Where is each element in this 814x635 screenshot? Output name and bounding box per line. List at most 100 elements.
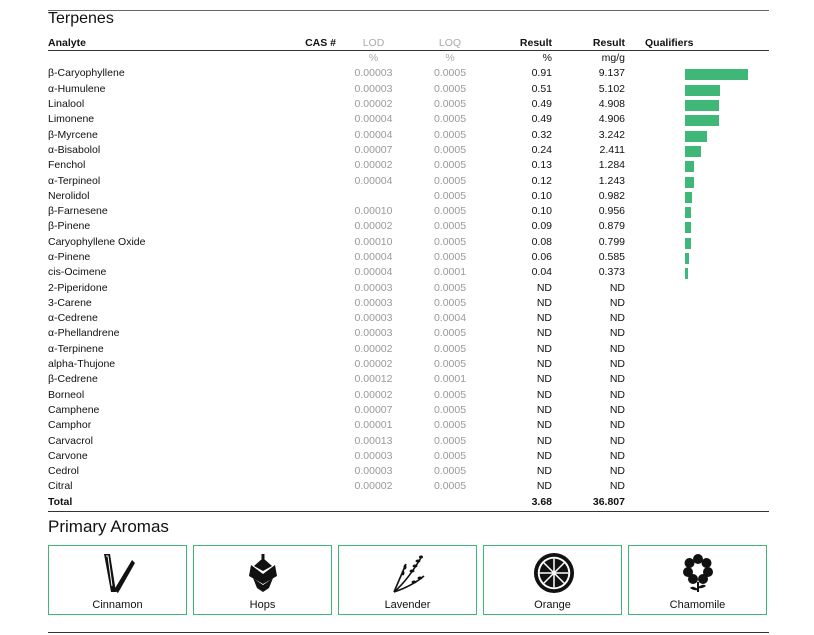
table-row: β-Cedrene 0.00012 0.0001 ND ND xyxy=(48,372,769,387)
cas-number xyxy=(238,219,336,234)
result-mg-value: ND xyxy=(609,312,625,325)
cas-number xyxy=(238,158,336,173)
loq-value: 0.0005 xyxy=(433,220,467,233)
result-mg-value: ND xyxy=(609,358,625,371)
analyte-name: Citral xyxy=(48,480,73,493)
cas-number xyxy=(238,112,336,127)
cas-number xyxy=(238,143,336,158)
result-mg-header: Result xyxy=(592,37,625,49)
table-row: alpha-Thujone 0.00002 0.0005 ND ND xyxy=(48,357,769,372)
table-row: β-Pinene 0.00002 0.0005 0.09 0.879 xyxy=(48,219,769,234)
lod-value xyxy=(336,189,411,204)
analyte-name: Cedrol xyxy=(48,465,79,478)
lod-value: 0.00004 xyxy=(354,251,393,263)
result-pct-value: 0.10 xyxy=(531,189,552,202)
result-mg-value: ND xyxy=(609,419,625,432)
lod-value: 0.00002 xyxy=(354,388,393,401)
top-rule xyxy=(48,10,769,11)
chamomile-icon xyxy=(678,552,718,594)
qualifier-cell xyxy=(625,372,769,387)
table-row: α-Phellandrene 0.00003 0.0005 ND ND xyxy=(48,326,769,341)
lod-value: 0.00002 xyxy=(354,159,393,172)
loq-value: 0.0005 xyxy=(433,67,467,80)
qualifier-cell xyxy=(625,433,769,448)
aromas-title: Primary Aromas xyxy=(48,517,169,536)
analyte-name: α-Bisabolol xyxy=(48,143,101,156)
qualifier-cell xyxy=(625,388,769,403)
total-mg: 36.807 xyxy=(592,495,625,508)
cas-header: CAS # xyxy=(305,37,336,49)
qualifier-cell xyxy=(625,158,769,173)
loq-value: 0.0005 xyxy=(433,358,467,371)
lod-value: 0.00010 xyxy=(354,235,393,248)
table-row: Fenchol 0.00002 0.0005 0.13 1.284 xyxy=(48,158,769,173)
loq-value: 0.0005 xyxy=(433,465,467,478)
qualifier-bar xyxy=(685,84,721,96)
lod-value: 0.00002 xyxy=(354,342,393,355)
total-label: Total xyxy=(48,495,73,508)
result-mg-value: 9.137 xyxy=(598,67,625,80)
result-mg-value: 0.982 xyxy=(598,189,625,202)
result-mg-value: ND xyxy=(609,327,625,340)
cas-number xyxy=(238,204,336,219)
loq-value: 0.0005 xyxy=(433,296,467,309)
qualifier-cell xyxy=(625,311,769,326)
qualifier-cell xyxy=(625,464,769,479)
lod-value: 0.00007 xyxy=(354,403,393,416)
result-pct-value: 0.12 xyxy=(531,174,552,187)
table-row: β-Caryophyllene 0.00003 0.0005 0.91 9.137 xyxy=(48,66,769,81)
lod-value: 0.00012 xyxy=(354,373,393,386)
aroma-card: Orange xyxy=(483,545,622,615)
analyte-name: Carvacrol xyxy=(48,434,93,447)
qualifier-cell xyxy=(625,219,769,234)
table-row: α-Cedrene 0.00003 0.0004 ND ND xyxy=(48,311,769,326)
table-row: Nerolidol 0.0005 0.10 0.982 xyxy=(48,189,769,204)
lod-value: 0.00004 xyxy=(354,113,393,126)
result-mg-value: ND xyxy=(609,449,625,462)
analyte-name: β-Myrcene xyxy=(48,128,98,141)
units-row: % % % mg/g xyxy=(48,51,769,67)
result-mg-value: ND xyxy=(609,403,625,416)
aroma-label: Cinnamon xyxy=(92,599,143,611)
analyte-name: β-Cedrene xyxy=(48,373,98,386)
table-row: Limonene 0.00004 0.0005 0.49 4.906 xyxy=(48,112,769,127)
lod-value: 0.00003 xyxy=(354,82,393,95)
result-mg-value: 0.799 xyxy=(598,235,625,248)
result-mg-value: ND xyxy=(609,388,625,401)
result-pct-value: ND xyxy=(536,388,552,401)
analyte-name: Camphor xyxy=(48,419,92,432)
cas-number xyxy=(238,433,336,448)
result-pct-value: ND xyxy=(536,449,552,462)
result-pct-value: 0.04 xyxy=(531,266,552,279)
analyte-name: Nerolidol xyxy=(48,189,90,202)
qualifier-cell xyxy=(625,280,769,295)
total-pct: 3.68 xyxy=(531,495,552,508)
cas-number xyxy=(238,464,336,479)
result-pct-value: 0.49 xyxy=(531,113,552,126)
qualifier-cell xyxy=(625,97,769,112)
qualifier-cell xyxy=(625,449,769,464)
cas-number xyxy=(238,127,336,142)
loq-value: 0.0005 xyxy=(433,251,467,263)
result-mg-value: ND xyxy=(609,281,625,294)
table-row: α-Bisabolol 0.00007 0.0005 0.24 2.411 xyxy=(48,143,769,158)
result-pct-header: Result xyxy=(519,37,552,49)
footer-rule xyxy=(48,632,769,633)
result-pct-value: ND xyxy=(536,342,552,355)
qualifier-bar xyxy=(685,191,692,203)
loq-value: 0.0005 xyxy=(433,98,467,111)
cas-number xyxy=(238,250,336,265)
result-pct-value: ND xyxy=(536,312,552,325)
analyte-name: Carvone xyxy=(48,449,88,462)
analyte-name: β-Caryophyllene xyxy=(48,67,125,80)
cas-number xyxy=(238,280,336,295)
qualifier-cell xyxy=(625,479,769,494)
loq-unit: % xyxy=(445,52,455,65)
table-row: 2-Piperidone 0.00003 0.0005 ND ND xyxy=(48,280,769,295)
qualifier-bar xyxy=(685,207,692,219)
qualifiers-header: Qualifiers xyxy=(645,37,694,49)
qualifier-bar xyxy=(685,253,690,264)
result-pct-value: 0.13 xyxy=(531,159,552,172)
qualifier-cell xyxy=(625,265,769,280)
table-row: Linalool 0.00002 0.0005 0.49 4.908 xyxy=(48,97,769,112)
